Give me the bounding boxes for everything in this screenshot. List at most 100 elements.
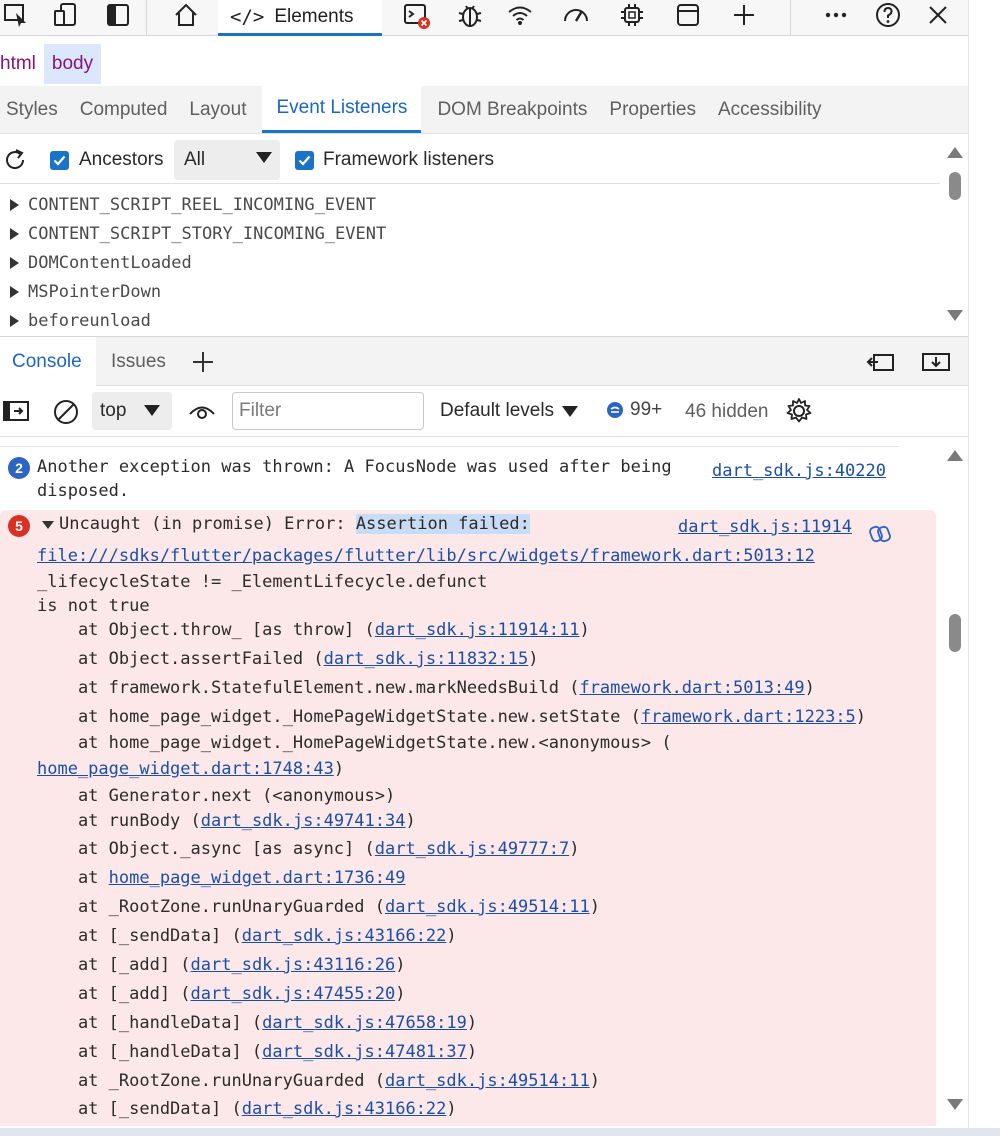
framework-listeners-checkbox[interactable] xyxy=(295,151,314,170)
wifi-icon[interactable] xyxy=(504,0,536,30)
source-link[interactable]: dart_sdk.js:11914 xyxy=(678,517,852,537)
event-listener-filter-select[interactable]: All xyxy=(174,140,280,180)
file-link[interactable]: file:///sdks/flutter/packages/flutter/li… xyxy=(37,546,815,566)
stack-frame-text: at Generator.next (<anonymous>) xyxy=(37,786,396,806)
tab-console[interactable]: Console xyxy=(0,337,96,387)
expand-triangle-icon xyxy=(10,314,19,327)
stack-frame-link[interactable]: dart_sdk.js:47658:19 xyxy=(262,1013,467,1033)
list-item[interactable]: CONTENT_SCRIPT_STORY_INCOMING_EVENT xyxy=(0,219,940,248)
refresh-icon[interactable] xyxy=(2,147,28,173)
eye-icon[interactable] xyxy=(188,400,216,430)
stack-frame-link[interactable]: dart_sdk.js:43116:26 xyxy=(191,955,396,975)
list-item[interactable]: CONTENT_SCRIPT_REEL_INCOMING_EVENT xyxy=(0,190,940,219)
tab-dom-breakpoints[interactable]: DOM Breakpoints xyxy=(421,86,603,133)
stack-frame-text: ) xyxy=(405,811,416,831)
stack-frame-link[interactable]: dart_sdk.js:43166:22 xyxy=(242,926,447,946)
close-drawer-icon[interactable] xyxy=(920,337,952,387)
welcome-icon[interactable] xyxy=(170,0,202,30)
context-select[interactable]: top xyxy=(92,392,172,430)
breadcrumb: html body xyxy=(0,44,102,84)
bug-icon[interactable] xyxy=(454,0,486,30)
tab-event-listeners[interactable]: Event Listeners xyxy=(262,86,422,133)
add-tool-icon[interactable] xyxy=(728,0,760,30)
stack-frame-link[interactable]: dart_sdk.js:49514:11 xyxy=(385,1071,590,1091)
stack-frame-text: ) xyxy=(589,897,600,917)
hidden-count: 46 hidden xyxy=(685,401,769,422)
performance-icon[interactable] xyxy=(560,0,592,30)
stack-frame-text: at [_add] ( xyxy=(37,955,191,975)
stack-frame-text: ) xyxy=(589,1071,600,1091)
tab-elements[interactable]: </> Elements xyxy=(218,0,382,36)
stack-frame-link[interactable]: dart_sdk.js:49777:7 xyxy=(375,839,569,859)
stack-frame-text: ) xyxy=(446,1099,457,1119)
tab-styles[interactable]: Styles xyxy=(0,86,74,133)
memory-icon[interactable] xyxy=(616,0,648,30)
error-prefix: Uncaught (in promise) Error: xyxy=(59,514,356,534)
list-item[interactable]: beforeunload xyxy=(0,306,940,332)
stack-frame-link[interactable]: home_page_widget.dart:1736:49 xyxy=(109,868,406,888)
console-error-icon[interactable] xyxy=(400,0,432,30)
tab-issues[interactable]: Issues xyxy=(111,337,166,387)
scroll-up-icon[interactable] xyxy=(947,147,963,158)
source-link[interactable]: dart_sdk.js:40220 xyxy=(712,461,886,481)
event-name: CONTENT_SCRIPT_STORY_INCOMING_EVENT xyxy=(28,223,387,244)
device-emulation-icon[interactable] xyxy=(50,0,82,30)
clear-console-icon[interactable] xyxy=(52,398,80,432)
gear-icon[interactable] xyxy=(784,396,814,432)
close-icon[interactable] xyxy=(922,0,954,30)
stack-frame-link[interactable]: dart_sdk.js:47455:20 xyxy=(191,984,396,1004)
message-count[interactable]: 99+ xyxy=(606,399,662,421)
event-name: CONTENT_SCRIPT_REEL_INCOMING_EVENT xyxy=(28,194,376,215)
stack-frame-link[interactable]: dart_sdk.js:43166:22 xyxy=(242,1099,447,1119)
stack-frame-text: at home_page_widget._HomePageWidgetState… xyxy=(37,733,672,753)
stack-frame-link[interactable]: dart_sdk.js:11832:15 xyxy=(324,649,529,669)
stack-frame: at Object.throw_ [as throw] (dart_sdk.js… xyxy=(37,620,590,640)
copilot-icon[interactable] xyxy=(868,522,892,551)
list-item[interactable]: DOMContentLoaded xyxy=(0,248,940,277)
log-levels-dropdown[interactable]: Default levels xyxy=(440,400,579,422)
stack-frame-link[interactable]: dart_sdk.js:49514:11 xyxy=(385,897,590,917)
stack-frame-link[interactable]: home_page_widget.dart:1748:43 xyxy=(37,759,334,779)
drawer-tabs: Console Issues xyxy=(0,336,968,387)
more-icon[interactable] xyxy=(820,0,852,30)
scrollbar-thumb[interactable] xyxy=(949,172,961,200)
ancestors-checkbox[interactable] xyxy=(50,151,69,170)
stack-frame-link[interactable]: dart_sdk.js:11914:11 xyxy=(375,620,580,640)
stack-frame-link[interactable]: dart_sdk.js:49741:34 xyxy=(201,811,406,831)
stack-frame-text: ) xyxy=(466,1042,478,1062)
error-count-badge: 5 xyxy=(8,515,30,537)
stack-frame-text: ) xyxy=(855,707,867,727)
stack-frame-link[interactable]: framework.dart:1223:5 xyxy=(641,707,856,727)
list-item[interactable]: MSPointerDown xyxy=(0,277,940,306)
collapse-triangle-icon[interactable] xyxy=(42,521,54,529)
tab-computed[interactable]: Computed xyxy=(74,86,184,133)
scroll-down-icon[interactable] xyxy=(947,1099,963,1110)
inspect-icon[interactable] xyxy=(0,0,32,30)
console-output: 2 Another exception was thrown: A FocusN… xyxy=(0,440,940,1126)
tab-elements-label: Elements xyxy=(274,5,354,27)
tab-accessibility[interactable]: Accessibility xyxy=(712,86,837,133)
stack-frame: at [_add] (dart_sdk.js:47455:20) xyxy=(37,984,406,1004)
application-icon[interactable] xyxy=(672,0,704,30)
sidebar-toggle-icon[interactable] xyxy=(2,399,30,429)
scroll-up-icon[interactable] xyxy=(947,450,963,461)
breadcrumb-item-body[interactable]: body xyxy=(43,44,102,84)
tab-layout[interactable]: Layout xyxy=(183,86,262,133)
stack-frame-text: ) xyxy=(395,955,406,975)
stack-frame-link[interactable]: framework.dart:5013:49 xyxy=(579,678,804,698)
chevron-down-icon xyxy=(144,405,160,416)
dock-drawer-icon[interactable] xyxy=(866,337,896,387)
stack-frame-text: ) xyxy=(466,1013,478,1033)
tab-properties[interactable]: Properties xyxy=(603,86,712,133)
filter-input[interactable] xyxy=(232,392,424,430)
stack-frame-text: ) xyxy=(569,839,580,859)
scrollbar-thumb[interactable] xyxy=(949,614,961,652)
add-drawer-tab-icon[interactable] xyxy=(190,337,216,387)
error-text: is not true xyxy=(37,596,150,616)
breadcrumb-item-html[interactable]: html xyxy=(0,44,44,84)
scroll-down-icon[interactable] xyxy=(947,310,963,321)
error-text: _lifecycleState != _ElementLifecycle.def… xyxy=(37,572,488,592)
stack-frame-link[interactable]: dart_sdk.js:47481:37 xyxy=(262,1042,467,1062)
help-icon[interactable] xyxy=(872,0,904,30)
dock-icon[interactable] xyxy=(102,0,134,30)
